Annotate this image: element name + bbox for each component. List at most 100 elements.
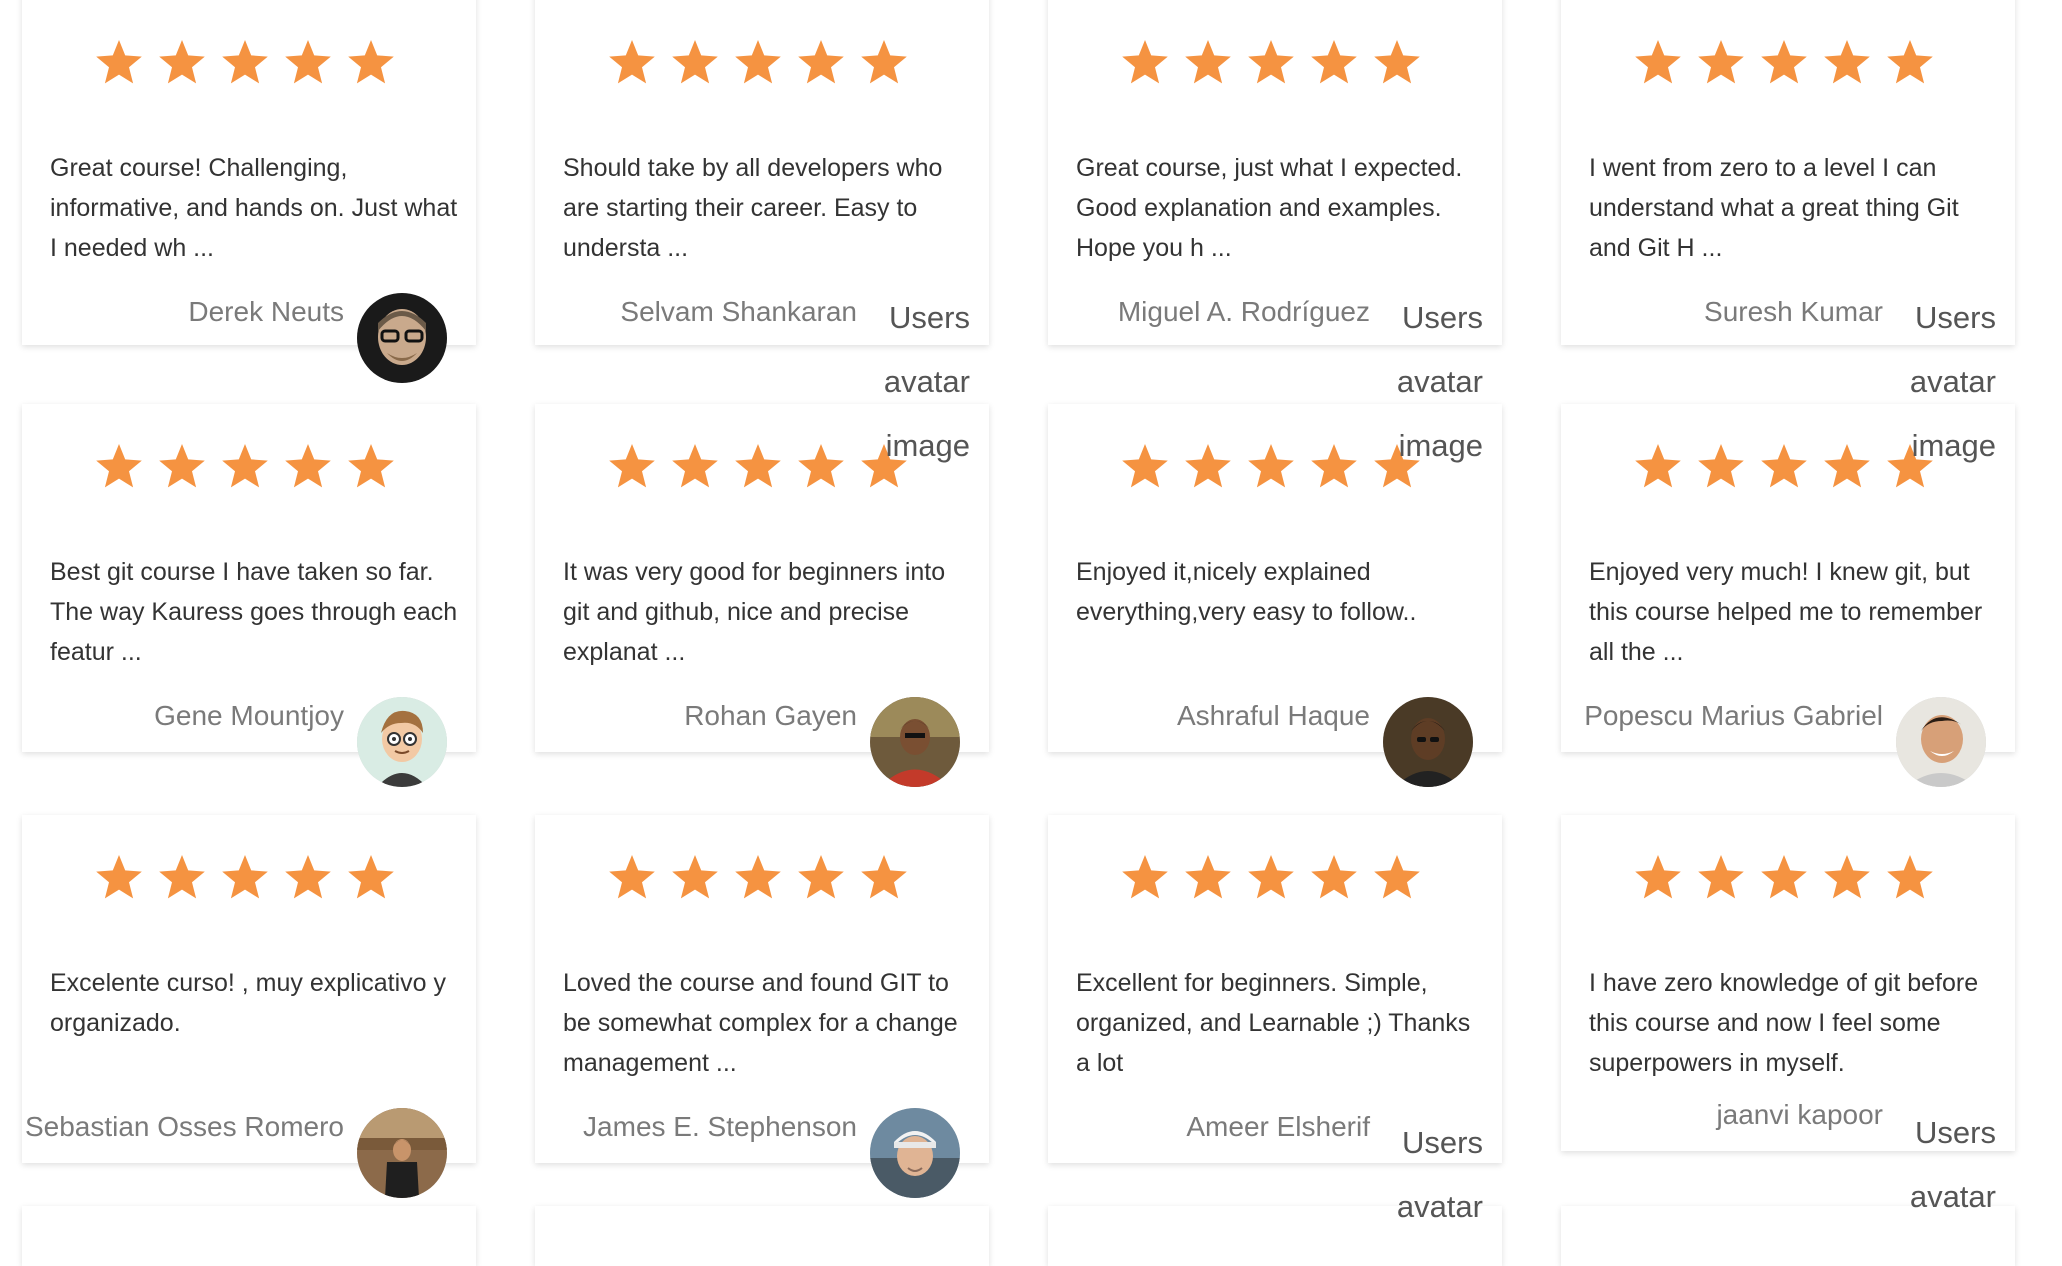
star-icon bbox=[346, 853, 396, 903]
star-icon bbox=[670, 442, 720, 492]
star-icon bbox=[1246, 853, 1296, 903]
star-rating bbox=[1633, 38, 1935, 88]
avatar-alt-text: Users avatar bbox=[1909, 1115, 1996, 1214]
reviewer-name[interactable]: James E. Stephenson bbox=[583, 1111, 857, 1143]
star-icon bbox=[1759, 442, 1809, 492]
star-icon bbox=[220, 853, 270, 903]
avatar bbox=[357, 293, 447, 383]
star-rating bbox=[1633, 442, 1935, 492]
review-text: Should take by all developers who are st… bbox=[563, 154, 943, 262]
star-icon bbox=[283, 853, 333, 903]
review-text: I have zero knowledge of git before this… bbox=[1589, 969, 1979, 1077]
star-rating bbox=[607, 853, 909, 903]
review-card: Excelente curso! , muy explicativo y org… bbox=[22, 815, 476, 1198]
star-rating bbox=[94, 853, 396, 903]
star-icon bbox=[1885, 38, 1935, 88]
reviewer-name[interactable]: jaanvi kapoor bbox=[1716, 1099, 1883, 1131]
star-icon bbox=[94, 853, 144, 903]
review-card: Great course, just what I expected. Good… bbox=[1048, 0, 1502, 463]
star-icon bbox=[1183, 853, 1233, 903]
star-icon bbox=[1246, 38, 1296, 88]
star-rating bbox=[1120, 442, 1422, 492]
star-icon bbox=[859, 853, 909, 903]
star-icon bbox=[733, 442, 783, 492]
review-text: Excelente curso! , muy explicativo y org… bbox=[50, 969, 446, 1037]
avatar-alt-text: Users avatar image bbox=[1909, 300, 1996, 463]
star-icon bbox=[1120, 853, 1170, 903]
reviewer-name[interactable]: Rohan Gayen bbox=[684, 700, 857, 732]
review-text: Enjoyed very much! I knew git, but this … bbox=[1589, 558, 1983, 666]
star-icon bbox=[1696, 38, 1746, 88]
review-text: Loved the course and found GIT to be som… bbox=[563, 969, 958, 1077]
review-text: Enjoyed it,nicely explained everything,v… bbox=[1076, 558, 1417, 626]
reviewer-name[interactable]: Suresh Kumar bbox=[1704, 296, 1883, 328]
avatar bbox=[870, 1108, 960, 1198]
star-icon bbox=[859, 38, 909, 88]
review-text: Great course! Challenging, informative, … bbox=[50, 154, 458, 262]
avatar bbox=[1383, 697, 1473, 787]
star-icon bbox=[94, 442, 144, 492]
star-icon bbox=[607, 442, 657, 492]
star-rating bbox=[94, 442, 396, 492]
reviewer-name[interactable]: Sebastian Osses Romero bbox=[25, 1111, 344, 1143]
review-card bbox=[22, 1206, 476, 1266]
reviewer-name[interactable]: Gene Mountjoy bbox=[154, 700, 344, 732]
avatar bbox=[870, 697, 960, 787]
star-icon bbox=[1183, 38, 1233, 88]
star-icon bbox=[1246, 442, 1296, 492]
star-icon bbox=[283, 38, 333, 88]
star-icon bbox=[1120, 442, 1170, 492]
reviewer-name[interactable]: Ashraful Haque bbox=[1177, 700, 1370, 732]
avatar-alt-text: Users avatar image bbox=[1396, 300, 1483, 463]
review-card: Great course! Challenging, informative, … bbox=[22, 0, 476, 383]
star-icon bbox=[1885, 853, 1935, 903]
star-icon bbox=[796, 442, 846, 492]
star-icon bbox=[607, 38, 657, 88]
star-icon bbox=[1309, 853, 1359, 903]
star-icon bbox=[1759, 853, 1809, 903]
star-icon bbox=[346, 38, 396, 88]
star-rating bbox=[1120, 853, 1422, 903]
star-icon bbox=[733, 853, 783, 903]
reviewer-name[interactable]: Ameer Elsherif bbox=[1186, 1111, 1370, 1143]
reviewer-name[interactable]: Popescu Marius Gabriel bbox=[1584, 700, 1883, 732]
review-card: Excellent for beginners. Simple, organiz… bbox=[1048, 815, 1502, 1224]
star-icon bbox=[1822, 442, 1872, 492]
star-icon bbox=[670, 853, 720, 903]
star-icon bbox=[607, 853, 657, 903]
star-icon bbox=[1372, 853, 1422, 903]
reviewer-name[interactable]: Derek Neuts bbox=[188, 296, 344, 328]
star-icon bbox=[1633, 38, 1683, 88]
star-icon bbox=[157, 38, 207, 88]
review-text: I went from zero to a level I can unders… bbox=[1589, 154, 1959, 262]
star-icon bbox=[1183, 442, 1233, 492]
review-text: Great course, just what I expected. Good… bbox=[1076, 154, 1463, 262]
star-icon bbox=[346, 442, 396, 492]
star-icon bbox=[670, 38, 720, 88]
star-icon bbox=[1633, 442, 1683, 492]
star-icon bbox=[220, 442, 270, 492]
reviewer-name[interactable]: Miguel A. Rodríguez bbox=[1118, 296, 1370, 328]
star-icon bbox=[1696, 442, 1746, 492]
review-text: Excellent for beginners. Simple, organiz… bbox=[1076, 969, 1471, 1077]
avatar bbox=[357, 1108, 447, 1198]
star-icon bbox=[94, 38, 144, 88]
star-icon bbox=[1372, 38, 1422, 88]
star-icon bbox=[1759, 38, 1809, 88]
star-icon bbox=[1822, 853, 1872, 903]
reviewer-name[interactable]: Selvam Shankaran bbox=[620, 296, 857, 328]
review-card: Should take by all developers who are st… bbox=[535, 0, 989, 463]
star-rating bbox=[607, 38, 909, 88]
star-rating bbox=[1633, 853, 1935, 903]
avatar-alt-text: Users avatar image bbox=[883, 300, 970, 463]
star-icon bbox=[1633, 853, 1683, 903]
star-rating bbox=[94, 38, 396, 88]
star-icon bbox=[1309, 38, 1359, 88]
review-card: I went from zero to a level I can unders… bbox=[1561, 0, 2015, 463]
star-icon bbox=[1309, 442, 1359, 492]
star-icon bbox=[220, 38, 270, 88]
review-card: Loved the course and found GIT to be som… bbox=[535, 815, 989, 1198]
avatar bbox=[357, 697, 447, 787]
review-text: Best git course I have taken so far. The… bbox=[50, 558, 458, 666]
star-icon bbox=[733, 38, 783, 88]
